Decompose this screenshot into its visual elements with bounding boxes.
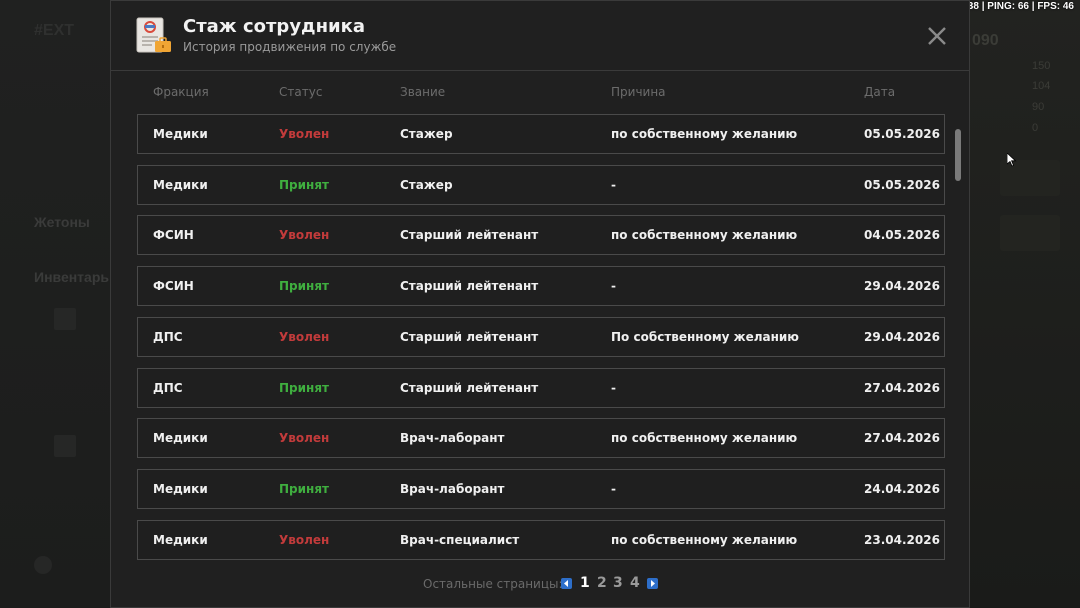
history-row: Медики Принят Стажер - 05.05.2026 xyxy=(137,164,945,205)
row-status: Принят xyxy=(279,380,329,395)
service-history-modal: Стаж сотрудника История продвижения по с… xyxy=(110,0,970,608)
modal-header: Стаж сотрудника История продвижения по с… xyxy=(111,1,969,71)
next-page-button[interactable] xyxy=(647,578,658,589)
background-menu-item: Жетоны xyxy=(34,214,90,230)
column-header-status: Статус xyxy=(279,85,323,99)
row-faction: ФСИН xyxy=(153,279,194,294)
history-list: Медики Уволен Стажер по собственному желани… xyxy=(137,114,945,560)
row-status: Уволен xyxy=(279,431,330,446)
row-status: Принят xyxy=(279,279,329,294)
row-faction: ДПС xyxy=(153,329,183,344)
row-status: Уволен xyxy=(279,127,330,141)
row-rank: Старший лейтенант xyxy=(400,329,539,344)
background-right-panel: 090 150 104 90 0 xyxy=(970,0,1080,608)
background-stat: 104 xyxy=(1032,80,1051,92)
row-faction: Медики xyxy=(153,127,208,141)
background-stat: 0 xyxy=(1032,122,1039,134)
modal-title: Стаж сотрудника xyxy=(183,16,366,37)
page-number[interactable]: 2 xyxy=(597,575,607,591)
row-status: Принят xyxy=(279,177,329,192)
column-header-date: Дата xyxy=(864,85,896,99)
pagination-label: Остальные страницы: xyxy=(423,577,563,591)
row-faction: Медики xyxy=(153,532,208,547)
background-menu-item: Инвентарь xyxy=(34,269,109,285)
row-rank: Врач-специалист xyxy=(400,532,520,547)
history-row: ДПС Принят Старший лейтенант - 27.04.2026 xyxy=(137,367,945,408)
close-button[interactable] xyxy=(925,24,949,48)
row-rank: Старший лейтенант xyxy=(400,380,539,395)
row-status: Уволен xyxy=(279,532,330,547)
row-date: 23.04.2026 xyxy=(864,532,940,547)
row-reason: по собственному желанию xyxy=(611,127,798,141)
background-tile xyxy=(54,435,76,457)
background-stat: 90 xyxy=(1032,101,1045,113)
history-row: ФСИН Принят Старший лейтенант - 29.04.2026 xyxy=(137,266,945,307)
row-rank: Врач-лаборант xyxy=(400,481,505,496)
chevron-right-icon xyxy=(651,580,655,587)
history-row: Медики Принят Врач-лаборант - 24.04.2026 xyxy=(137,468,945,509)
row-reason: по собственному желанию xyxy=(611,532,798,547)
row-status: Уволен xyxy=(279,329,330,344)
column-header-rank: Звание xyxy=(400,85,446,99)
history-row: Медики Уволен Врач-специалист по собственно… xyxy=(137,519,945,560)
row-reason: - xyxy=(611,481,616,496)
row-reason: - xyxy=(611,380,616,395)
row-status: Уволен xyxy=(279,228,330,243)
row-date: 27.04.2026 xyxy=(864,380,940,395)
mouse-cursor-icon xyxy=(1006,152,1017,171)
row-faction: Медики xyxy=(153,431,208,446)
row-date: 29.04.2026 xyxy=(864,329,940,344)
background-stat: 150 xyxy=(1032,60,1051,72)
document-briefcase-icon xyxy=(135,17,173,55)
page-number[interactable]: 4 xyxy=(630,575,640,591)
scrollbar-thumb[interactable] xyxy=(955,129,961,181)
row-rank: Старший лейтенант xyxy=(400,279,539,294)
page-number[interactable]: 3 xyxy=(613,575,623,591)
column-header-reason: Причина xyxy=(611,85,666,99)
background-left-panel: #EXT Жетоны Инвентарь xyxy=(0,0,110,608)
page-number[interactable]: 1 xyxy=(580,575,590,591)
history-row: ФСИН Уволен Старший лейтенант по собственно… xyxy=(137,215,945,256)
column-header-faction: Фракция xyxy=(153,85,209,99)
row-date: 04.05.2026 xyxy=(864,228,940,243)
row-faction: ФСИН xyxy=(153,228,194,243)
row-faction: ДПС xyxy=(153,380,183,395)
history-row: Медики Уволен Врач-лаборант по собственному… xyxy=(137,418,945,459)
history-row: ДПС Уволен Старший лейтенант По собственном… xyxy=(137,316,945,357)
row-reason: - xyxy=(611,177,616,192)
row-date: 24.04.2026 xyxy=(864,481,940,496)
row-rank: Врач-лаборант xyxy=(400,431,505,446)
modal-subtitle: История продвижения по службе xyxy=(183,40,397,54)
background-tag: #EXT xyxy=(34,22,75,39)
row-date: 05.05.2026 xyxy=(864,127,940,141)
row-reason: По собственному желанию xyxy=(611,329,799,344)
row-date: 29.04.2026 xyxy=(864,279,940,294)
background-tile xyxy=(1000,215,1060,251)
row-rank: Старший лейтенант xyxy=(400,228,539,243)
row-reason: - xyxy=(611,279,616,294)
background-tile xyxy=(54,308,76,330)
row-date: 05.05.2026 xyxy=(864,177,940,192)
prev-page-button[interactable] xyxy=(561,578,572,589)
background-value: 090 xyxy=(972,32,999,49)
row-reason: по собственному желанию xyxy=(611,228,798,243)
history-row: Медики Уволен Стажер по собственному желани… xyxy=(137,114,945,154)
row-faction: Медики xyxy=(153,481,208,496)
row-rank: Стажер xyxy=(400,127,453,141)
background-tile xyxy=(34,556,52,574)
row-faction: Медики xyxy=(153,177,208,192)
row-status: Принят xyxy=(279,481,329,496)
close-icon xyxy=(928,27,946,45)
row-date: 27.04.2026 xyxy=(864,431,940,446)
row-rank: Стажер xyxy=(400,177,453,192)
row-reason: по собственному желанию xyxy=(611,431,798,446)
chevron-left-icon xyxy=(564,580,568,587)
